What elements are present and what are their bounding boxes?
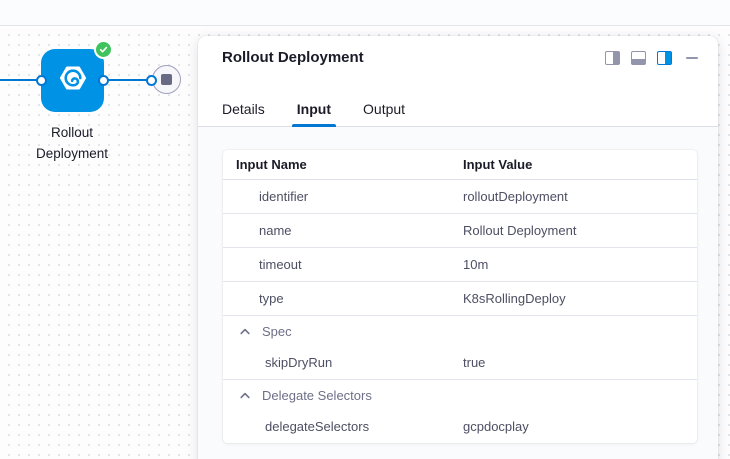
column-header-input-value: Input Value (463, 157, 684, 172)
group-row: Delegate Selectors (223, 380, 697, 410)
canvas-toolbar (0, 0, 730, 26)
node-input-port (36, 75, 47, 86)
group-row: Spec (223, 316, 697, 346)
node-label: Rollout Deployment (22, 122, 122, 164)
stop-node-port (146, 75, 157, 86)
chevron-up-icon[interactable] (240, 328, 250, 335)
input-name-cell: delegateSelectors (236, 419, 463, 434)
panel-header: Rollout Deployment (198, 36, 718, 67)
stop-square-icon (161, 74, 172, 85)
input-value-cell: 10m (463, 257, 684, 272)
table-row: nameRollout Deployment (223, 214, 697, 248)
table-row: timeout10m (223, 248, 697, 282)
input-name-cell: type (236, 291, 463, 306)
table-row: delegateSelectorsgcpdocplay (223, 410, 697, 443)
tab-details[interactable]: Details (222, 101, 265, 126)
input-value-cell: K8sRollingDeploy (463, 291, 684, 306)
group-label: Delegate Selectors (262, 388, 372, 403)
step-details-panel: Rollout Deployment Details Input Output In… (198, 36, 718, 459)
table-row: typeK8sRollingDeploy (223, 282, 697, 316)
k8s-rolling-deploy-icon (58, 63, 88, 98)
input-value-cell: gcpdocplay (463, 419, 684, 434)
panel-body: Input NameInput ValueidentifierrolloutDe… (198, 127, 718, 459)
tab-input[interactable]: Input (297, 101, 331, 126)
chevron-up-icon[interactable] (240, 392, 250, 399)
input-value-cell: rolloutDeployment (463, 189, 684, 204)
input-name-cell: skipDryRun (236, 355, 463, 370)
group-label: Spec (262, 324, 292, 339)
panel-layout-controls (605, 49, 698, 65)
panel-title: Rollout Deployment (222, 49, 364, 67)
input-name-cell: name (236, 223, 463, 238)
dock-right-small-icon[interactable] (605, 51, 620, 65)
dock-bottom-icon[interactable] (631, 51, 646, 65)
pipeline-editor: Rollout Deployment Rollout Deployment De… (0, 0, 730, 459)
dock-right-large-icon[interactable] (657, 51, 672, 65)
tab-output[interactable]: Output (363, 101, 405, 126)
input-name-cell: timeout (236, 257, 463, 272)
panel-tabs: Details Input Output (198, 101, 718, 127)
node-output-port (98, 75, 109, 86)
table-row: identifierrolloutDeployment (223, 180, 697, 214)
input-value-cell: true (463, 355, 684, 370)
success-check-icon (94, 40, 113, 59)
table-row: skipDryRuntrue (223, 346, 697, 380)
rollout-deployment-node[interactable] (41, 49, 104, 112)
input-name-cell: identifier (236, 189, 463, 204)
input-table: Input NameInput ValueidentifierrolloutDe… (223, 150, 697, 443)
table-header-row: Input NameInput Value (223, 150, 697, 180)
column-header-input-name: Input Name (236, 157, 463, 172)
input-value-cell: Rollout Deployment (463, 223, 684, 238)
minimize-button[interactable] (686, 57, 698, 60)
